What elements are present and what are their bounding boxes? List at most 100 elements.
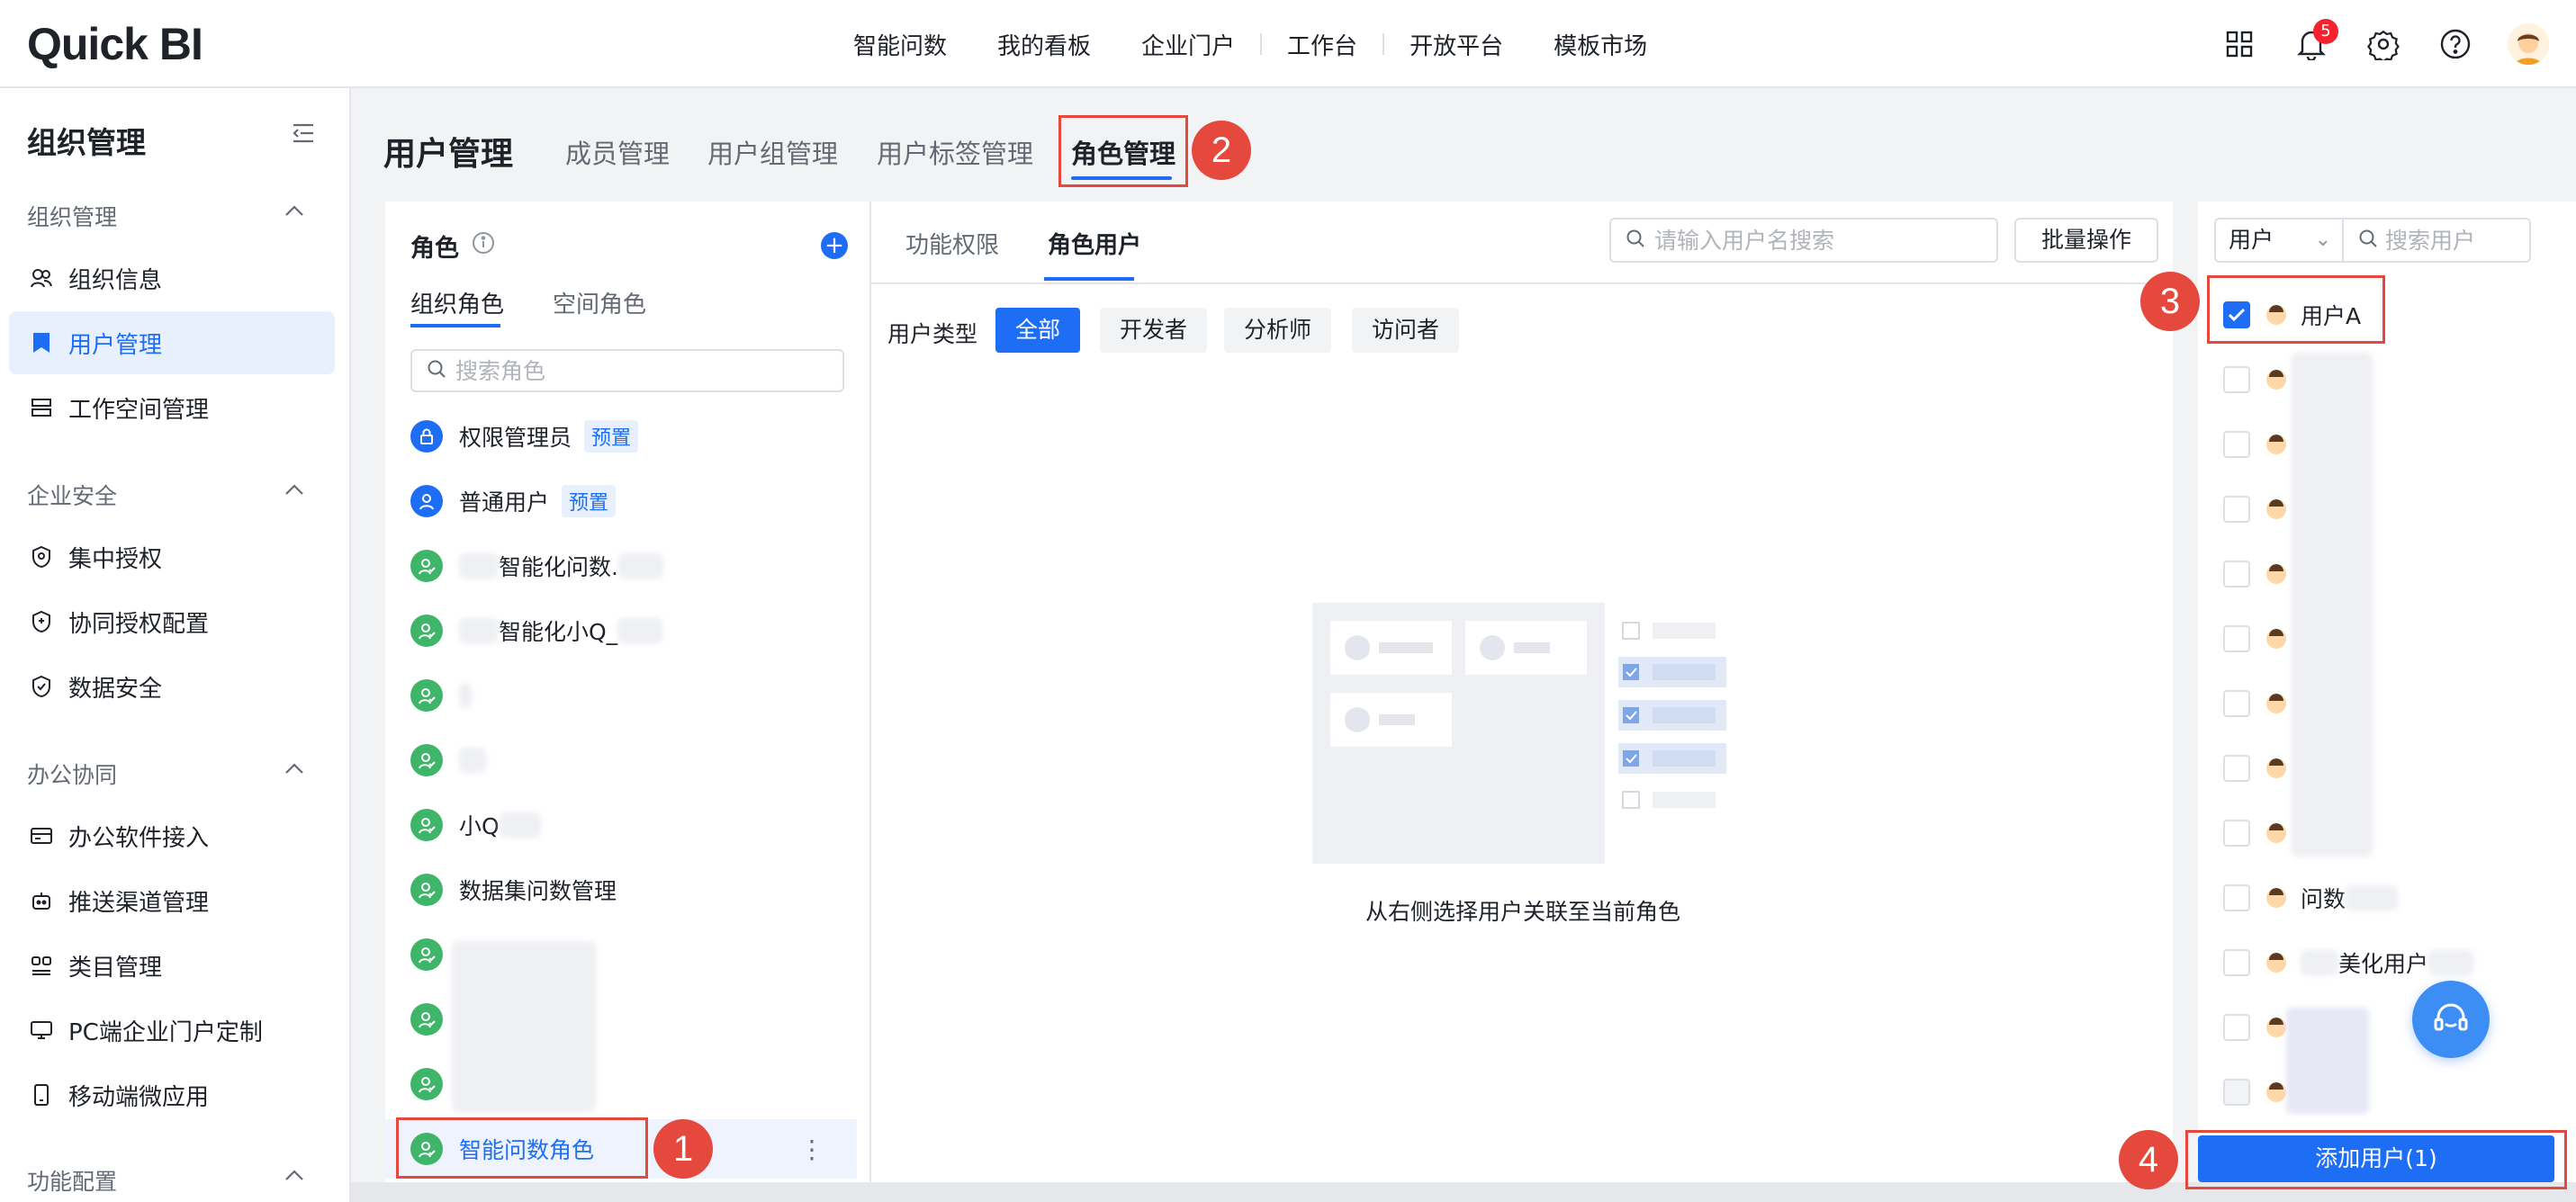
tab-function-permission[interactable]: 功能权限 [905,227,999,260]
filter-visitor[interactable]: 访问者 [1352,308,1460,353]
sidebar-group-features[interactable]: 功能配置 [27,1164,117,1197]
nav-smart-query[interactable]: 智能问数 [828,28,972,61]
redacted-text [499,812,541,838]
batch-operation-button[interactable]: 批量操作 [2014,218,2158,263]
filter-all[interactable]: 全部 [995,308,1081,353]
user-type-label: 用户类型 [887,321,978,347]
add-role-button[interactable]: + [821,232,848,259]
filter-analyst[interactable]: 分析师 [1224,308,1332,353]
collapse-menu-icon[interactable] [292,122,315,148]
user-row[interactable] [2223,1060,2565,1125]
nav-template-market[interactable]: 模板市场 [1528,28,1672,61]
card-icon [29,823,54,848]
checkbox[interactable] [2223,690,2250,717]
sidebar-item-org-info[interactable]: 组织信息 [9,247,335,309]
chevron-up-icon[interactable] [284,203,304,220]
sidebar-item-user-management[interactable]: 用户管理 [9,311,335,374]
sidebar-item-office-software[interactable]: 办公软件接入 [9,804,335,867]
apps-grid-icon[interactable] [2220,24,2259,64]
more-vertical-icon[interactable]: ⋮ [799,1135,824,1164]
user-picker-search-input[interactable] [2385,227,2529,254]
help-icon[interactable] [2436,24,2475,64]
nav-open-platform[interactable]: 开放平台 [1384,28,1528,61]
user-search-input[interactable] [1654,227,1996,254]
user-row[interactable]: 问数 [2223,866,2565,930]
sidebar-item-data-security[interactable]: 数据安全 [9,655,335,718]
sidebar-item-pc-portal[interactable]: PC端企业门户定制 [9,999,335,1062]
chevron-up-icon[interactable] [284,1168,304,1185]
checkbox[interactable] [2223,755,2250,782]
chevron-down-icon: ⌄ [2314,229,2331,251]
quickbi-logo[interactable]: Quick BI [27,18,203,70]
sidebar-item-collab-auth[interactable]: 协同授权配置 [9,590,335,653]
user-row[interactable]: 美化用户 [2223,930,2565,995]
customer-service-icon[interactable] [2412,981,2490,1058]
info-icon[interactable] [472,231,495,261]
tab-member-management[interactable]: 成员管理 [565,133,670,171]
top-icons: 5 [2220,0,2549,88]
role-item[interactable]: 智能化小Q_ [410,601,851,660]
filter-developer[interactable]: 开发者 [1100,308,1208,353]
sidebar-group-office[interactable]: 办公协同 [27,758,117,790]
tab-org-roles[interactable]: 组织角色 [410,286,504,319]
role-item[interactable]: 智能化问数. [410,536,851,596]
role-item[interactable]: 数据集问数管理 [410,860,851,919]
role-item[interactable] [410,666,851,725]
user-type-select[interactable]: 用户 ⌄ [2214,218,2344,263]
user-row[interactable] [2223,736,2565,801]
sidebar-item-mobile-app[interactable]: 移动端微应用 [9,1063,335,1126]
role-item[interactable]: 权限管理员 预置 [410,407,851,466]
user-row[interactable] [2223,412,2565,477]
user-row[interactable] [2223,347,2565,412]
checkbox[interactable] [2223,884,2250,911]
sidebar-item-central-auth[interactable]: 集中授权 [9,525,335,588]
user-search-box[interactable] [1609,218,1998,263]
user-picker-search-box[interactable] [2344,218,2531,263]
checkbox[interactable] [2223,496,2250,523]
tab-user-group-management[interactable]: 用户组管理 [707,133,838,171]
sidebar-group-org[interactable]: 组织管理 [27,200,117,232]
tab-space-roles[interactable]: 空间角色 [553,286,646,319]
page-title: 用户管理 [383,136,514,173]
bell-icon[interactable]: 5 [2292,19,2338,64]
role-item[interactable] [410,731,851,790]
role-item[interactable]: 普通用户 预置 [410,471,851,531]
user-avatar [2266,435,2286,454]
checkbox-disabled[interactable] [2223,1079,2250,1106]
nav-workbench[interactable]: 工作台 [1262,28,1383,61]
sidebar-item-push-channel[interactable]: 推送渠道管理 [9,869,335,932]
checkbox[interactable] [2223,431,2250,458]
user-row[interactable] [2223,477,2565,542]
chevron-up-icon[interactable] [284,482,304,499]
role-item[interactable]: 小Q [410,795,851,855]
chevron-up-icon[interactable] [284,761,304,778]
checkbox[interactable] [2223,366,2250,393]
user-row[interactable] [2223,801,2565,866]
tab-role-users[interactable]: 角色用户 [1048,227,1141,260]
sidebar-item-category[interactable]: 类目管理 [9,934,335,997]
user-row[interactable] [2223,542,2565,606]
user-check-icon [410,614,443,647]
user-row[interactable] [2223,671,2565,736]
checkbox[interactable] [2223,561,2250,588]
shield-icon [29,544,54,570]
role-search-box[interactable] [410,349,844,392]
sidebar-item-workspace[interactable]: 工作空间管理 [9,376,335,439]
user-avatar[interactable] [2508,23,2549,65]
nav-my-dashboard[interactable]: 我的看板 [972,28,1116,61]
role-search-input[interactable] [455,357,842,384]
gear-icon[interactable] [2364,24,2403,64]
sidebar-title: 组织管理 [27,125,146,160]
user-row[interactable] [2223,995,2565,1060]
annotation-badge-1: 1 [653,1119,713,1179]
sidebar-group-security[interactable]: 企业安全 [27,479,117,511]
checkbox[interactable] [2223,949,2250,976]
checkbox[interactable] [2223,1014,2250,1041]
tab-user-tag-management[interactable]: 用户标签管理 [877,133,1033,171]
nav-enterprise-portal[interactable]: 企业门户 [1116,28,1260,61]
user-row[interactable] [2223,606,2565,671]
checkbox[interactable] [2223,625,2250,652]
sidebar-item-label: 办公软件接入 [68,824,210,852]
annotation-box-1 [396,1117,648,1179]
checkbox[interactable] [2223,820,2250,847]
